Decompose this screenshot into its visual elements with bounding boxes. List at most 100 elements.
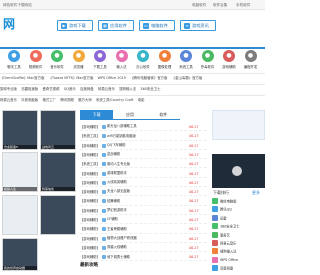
nav-games-button[interactable]: ▶ 游戏下载 [57,20,93,31]
list-item-date: 06-27 [189,190,199,195]
list-item[interactable]: 【系统工具】 wifi万能钥匙电脑版 06-27 [80,131,207,141]
category-item[interactable]: ● 音乐软件 [47,50,67,72]
right-promo[interactable] [212,110,265,140]
keyword-link[interactable]: 格式工厂 [42,96,56,104]
tab-software[interactable]: 软件 [147,110,180,119]
rank-item-title: 网易云音乐 [220,241,237,246]
list-item[interactable]: 【游戏辅助】 植物大战僵尸修改器 06-27 [80,234,207,243]
nav-divider [0,47,265,49]
list-item-title[interactable]: 逆战辅助 [107,150,189,159]
play-icon[interactable] [232,166,242,176]
category-item[interactable]: ● 游戏辅助 [219,50,239,72]
keyword-link[interactable]: 爱奇艺视频 [42,85,59,93]
keyword-link[interactable]: 腾讯视频 [60,96,74,104]
top-link-pc[interactable]: 电脑软件 [192,0,206,10]
nav-game-news-button[interactable]: ≡ 游戏资讯 [180,20,216,31]
keyword-link[interactable]: 抖音电脑版 [21,96,38,104]
category-item[interactable]: ● 下载工具 [90,50,110,72]
tab-download[interactable]: 下载 [80,110,114,119]
list-item-date: 06-27 [189,208,199,213]
list-item[interactable]: 【游戏辅助】 QQ飞车辅助 06-27 [80,141,207,150]
site-slogan: 绿色软件下载网站 [3,3,32,7]
tab-apps[interactable]: 应用 [113,110,146,119]
banner-thumb[interactable]: 刺客信条 [40,152,76,192]
list-item[interactable]: 【游戏辅助】 炫舞辅助 06-27 [80,196,207,206]
keyword-link[interactable]: 系统工具ICountry Craft [96,96,133,104]
keyword-link[interactable]: 《OmniGraffle》Mac官方版 [0,74,44,82]
category-item[interactable]: ● 聊天工具 [4,50,24,72]
list-item[interactable]: 【游戏辅助】 英雄联盟助手 06-27 [80,169,207,178]
category-item[interactable]: ● 浏览器 [69,50,89,72]
keyword-link[interactable]: 剪映专业版 [0,85,17,93]
category-item[interactable]: ● 办公软件 [133,50,153,72]
app-icon [102,236,106,241]
banner-thumb[interactable] [2,195,38,235]
app-icon [102,255,106,260]
banner-thumb[interactable]: 模拟人生 [2,152,38,192]
list-item-title[interactable]: 驱动人生专业版 [107,160,189,169]
category-item[interactable]: ● 视频软件 [26,50,46,72]
list-item[interactable]: 【游戏辅助】 梦幻西游助手 06-27 [80,206,207,215]
list-item[interactable]: 【游戏辅助】 穿越火线辅助 06-27 [80,243,207,253]
list-item[interactable]: 【游戏辅助】 CF辅助 06-27 [80,215,207,225]
category-icon: ● [115,50,128,62]
category-item[interactable]: ● 编程开发 [241,50,261,72]
category-item[interactable]: ● 输入法 [112,50,132,72]
keyword-link[interactable]: 百度网盘 [80,85,94,93]
banner-caption: 合金装备5 [3,145,37,149]
list-item-title[interactable]: QQ飞车辅助 [107,141,189,150]
top-link-mobile[interactable]: 手机软件 [236,0,250,10]
site-logo[interactable]: 网 [3,18,27,30]
keyword-link[interactable]: 《Tuxera NTFS》Mac官方版 [49,74,94,82]
nav-pc-software-button[interactable]: ▭ 电脑软件 [139,20,175,31]
keyword-link[interactable]: 搜狗输入法 [119,85,136,93]
keyword-link[interactable]: 电影 [138,96,145,104]
keyword-link[interactable]: 网易云音乐 [98,85,115,93]
banner-large[interactable]: 我的世界启动器 [2,238,38,271]
list-item[interactable]: 【游戏辅助】 王者荣耀辅助 06-27 [80,224,207,234]
keyword-link[interactable]: QQ音乐 [64,85,76,93]
list-item-title[interactable]: 穿越火线辅助 [107,243,189,252]
keyword-link[interactable]: 魔方大师 [78,96,92,104]
keyword-link[interactable]: 《金山毒霸》官方版 [172,74,203,82]
keyword-link[interactable]: WPS Office 2019 [98,74,126,82]
category-icon: ● [51,50,63,62]
category-item[interactable]: ● 系统工具 [176,50,196,72]
list-item[interactable]: 【游戏辅助】 新天龙八部辅助工具 06-27 [80,122,207,132]
keyword-row-3: 网易云音乐 抖音电脑版 格式工厂 腾讯视频 魔方大师 系统工具ICountry … [0,95,265,104]
list-item[interactable]: 【系统工具】 驱动人生专业版 06-27 [80,159,207,169]
rank-more-link[interactable]: 更多 [252,190,260,196]
keyword-link[interactable]: 《腾讯电脑管家》官方版 [130,74,167,82]
list-item-title[interactable]: 火线精英辅助 [107,178,189,187]
list-item-title[interactable]: 天龙八部无敌版 [107,187,189,196]
list-item-title[interactable]: CF辅助 [107,215,189,224]
list-item[interactable]: 【游戏辅助】 地下城勇士辅助 06-27 [80,252,207,262]
list-item-title[interactable]: 王者荣耀辅助 [107,225,189,234]
banner-thumb[interactable]: 战地风云 [40,110,76,150]
list-item-title[interactable]: 新天龙八部辅助工具 [107,122,189,131]
list-item[interactable]: 【游戏辅助】 逆战辅助 06-27 [80,150,207,160]
list-item-title[interactable]: 英雄联盟助手 [107,169,189,178]
right-video[interactable] [212,154,265,188]
list-item-date: 06-27 [189,162,199,167]
banner-thumb[interactable] [40,195,76,235]
category-item[interactable]: ● 图像处理 [155,50,175,72]
category-icon: ● [223,50,235,62]
category-label: 办公软件 [136,65,150,69]
list-item-title[interactable]: 炫舞辅助 [107,197,189,206]
list-item-title[interactable]: 植物大战僵尸修改器 [107,234,189,243]
list-item[interactable]: 【游戏辅助】 天龙八部无敌版 06-27 [80,187,207,197]
nav-apps-button[interactable]: ▦ 应用软件 [98,20,134,31]
list-item[interactable]: 【游戏辅助】 火线精英辅助 06-27 [80,178,207,188]
list-item-title[interactable]: 梦幻西游助手 [107,206,189,215]
keyword-link[interactable]: 网易云音乐 [0,96,17,104]
keyword-link[interactable]: 迅雷极速版 [21,85,38,93]
category-item[interactable]: ● 杀毒软件 [198,50,218,72]
top-link-collection[interactable]: 软件合集 [213,0,227,10]
category-icon: ● [94,50,106,62]
list-item-title[interactable]: wifi万能钥匙电脑版 [107,132,189,141]
rank-item[interactable]: 百度网盘 [212,265,265,275]
keyword-link[interactable]: 360安全卫士 [140,85,160,93]
list-item-title[interactable]: 地下城勇士辅助 [107,253,189,262]
banner-thumb[interactable]: 合金装备5 [2,110,38,150]
